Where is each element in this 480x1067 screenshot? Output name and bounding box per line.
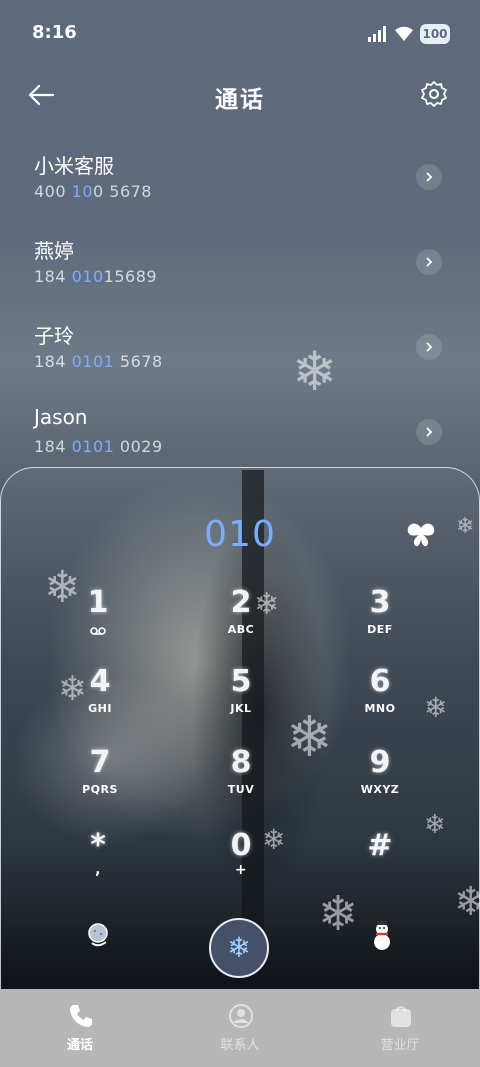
dial-key-4[interactable]: 4 GHI	[55, 664, 145, 734]
battery-icon: 100	[420, 24, 450, 44]
contact-number: 184 01015689	[34, 267, 158, 286]
contact-row[interactable]: 子玲 184 0101 5678	[0, 320, 480, 400]
dial-key-1[interactable]: 1	[53, 585, 143, 655]
status-bar: 8:16 100	[0, 0, 480, 66]
voicemail-icon	[90, 627, 106, 635]
dial-key-0[interactable]: 0 +	[196, 828, 286, 898]
tab-calls[interactable]: 通话	[0, 989, 160, 1067]
snowflake-icon: ❄	[227, 931, 251, 964]
signal-icon	[368, 26, 386, 42]
phone-icon	[70, 1005, 92, 1027]
dial-key-hash[interactable]: #	[335, 828, 425, 898]
top-bar: 通话	[0, 70, 480, 120]
butterfly-icon[interactable]	[406, 522, 436, 548]
snowman-icon[interactable]	[368, 920, 396, 950]
contact-number: 400 100 5678	[34, 182, 152, 201]
dial-key-9[interactable]: 9 WXYZ	[335, 745, 425, 815]
contact-row[interactable]: 小米客服 400 100 5678	[0, 150, 480, 230]
dial-key-5[interactable]: 5 JKL	[196, 664, 286, 734]
contacts-icon	[229, 1004, 253, 1028]
tab-store[interactable]: 营业厅	[320, 989, 480, 1067]
dial-key-7[interactable]: 7 PQRS	[55, 745, 145, 815]
chevron-right-icon[interactable]	[416, 164, 442, 190]
call-button[interactable]: ❄	[209, 918, 269, 978]
tab-contacts[interactable]: 联系人	[160, 989, 320, 1067]
contact-row[interactable]: 燕婷 184 01015689	[0, 235, 480, 315]
contact-name: Jason	[34, 405, 88, 429]
snow-globe-icon[interactable]	[86, 922, 112, 948]
dial-key-2[interactable]: 2 ABC	[196, 585, 286, 655]
contact-number: 184 0101 5678	[34, 352, 163, 371]
chevron-right-icon[interactable]	[416, 334, 442, 360]
dial-key-3[interactable]: 3 DEF	[335, 585, 425, 655]
page-title: 通话	[215, 87, 265, 113]
chevron-right-icon[interactable]	[416, 419, 442, 445]
bottom-nav: 通话 联系人 营业厅	[0, 989, 480, 1067]
contact-name: 燕婷	[34, 239, 74, 263]
contact-name: 小米客服	[34, 154, 114, 178]
wifi-icon	[395, 26, 413, 41]
chevron-right-icon[interactable]	[416, 249, 442, 275]
dial-key-6[interactable]: 6 MNO	[335, 664, 425, 734]
gear-icon[interactable]	[420, 80, 448, 108]
store-bag-icon	[391, 1006, 411, 1027]
contact-name: 子玲	[34, 324, 74, 348]
status-time: 8:16	[32, 22, 77, 43]
dial-key-star[interactable]: * ,	[53, 828, 143, 898]
phone-screen: ❄ ❄ ❄ ❄ ❄ ❄ ❄ ❄ ❄ ❄ ❄ 8:16 100 通话 小米客服	[0, 0, 480, 1067]
contact-number: 184 0101 0029	[34, 437, 163, 456]
dial-key-8[interactable]: 8 TUV	[196, 745, 286, 815]
